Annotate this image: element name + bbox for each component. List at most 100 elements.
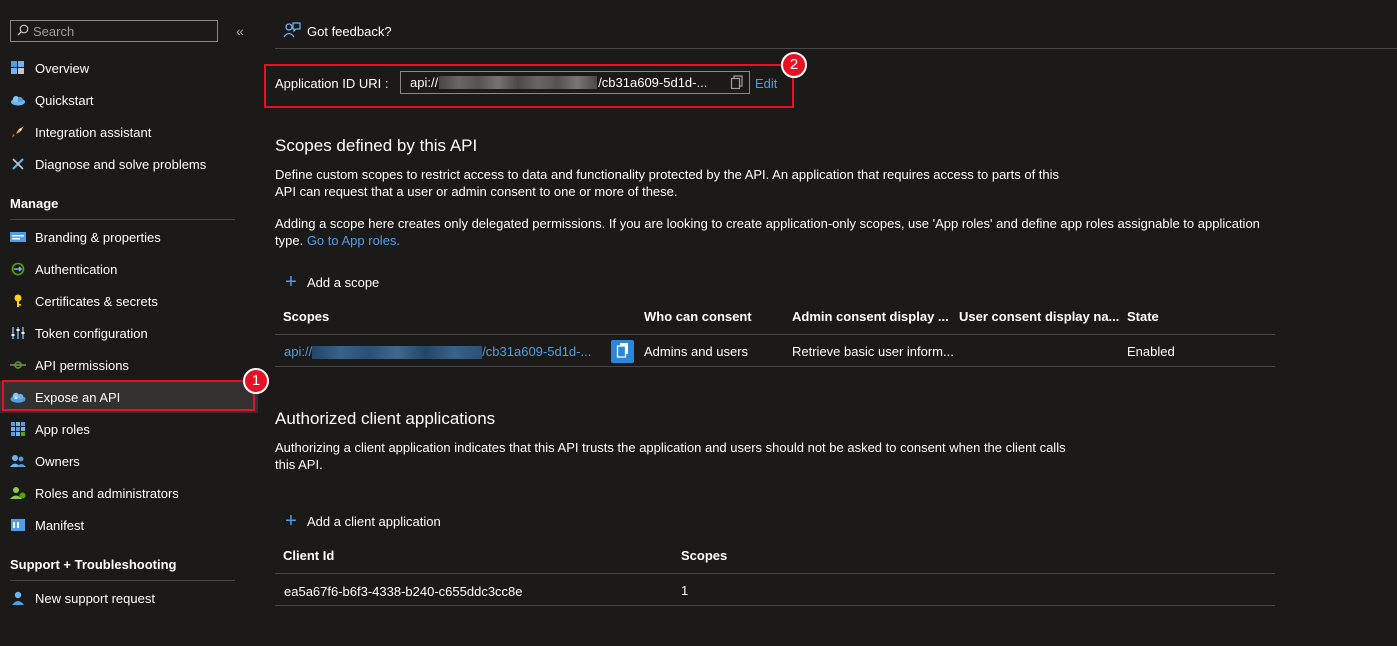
admin-consent-cell: Retrieve basic user inform... xyxy=(792,344,954,359)
column-header-who-can-consent: Who can consent xyxy=(644,309,752,324)
divider xyxy=(10,219,235,220)
divider xyxy=(275,605,1275,606)
manifest-icon xyxy=(10,517,26,533)
scope-suffix: /cb31a609-5d1d-... xyxy=(482,344,592,359)
redacted-blur xyxy=(312,346,483,360)
desc-line: this API. xyxy=(275,457,323,472)
sidebar-item-authentication[interactable]: Authentication xyxy=(0,253,258,285)
scopes-description-1: Define custom scopes to restrict access … xyxy=(275,166,1059,200)
add-client-label: Add a client application xyxy=(307,513,441,529)
client-id-link[interactable]: ea5a67f6-b6f3-4338-b240-c655ddc3cc8e xyxy=(284,584,523,599)
search-box[interactable] xyxy=(10,20,218,42)
owners-icon xyxy=(10,453,26,469)
add-scope-label: Add a scope xyxy=(307,274,380,290)
clients-section-title: Authorized client applications xyxy=(275,409,496,428)
desc-line: Authorizing a client application indicat… xyxy=(275,440,1066,455)
state-cell: Enabled xyxy=(1127,344,1175,359)
feedback-icon xyxy=(283,22,301,41)
sidebar-item-label: App roles xyxy=(35,421,90,437)
who-can-consent-cell: Admins and users xyxy=(644,344,749,359)
sidebar-item-branding[interactable]: Branding & properties xyxy=(0,221,258,253)
sidebar-item-label: Integration assistant xyxy=(35,124,152,140)
scope-link[interactable]: api:// /cb31a609-5d1d-... xyxy=(284,344,592,360)
sidebar: « Overview Quickstart Integration assist… xyxy=(0,0,269,646)
sidebar-item-owners[interactable]: Owners xyxy=(0,445,258,477)
support-header: Support + Troubleshooting xyxy=(10,557,177,572)
sidebar-item-label: Roles and administrators xyxy=(35,485,179,501)
column-header-user-consent: User consent display na... xyxy=(959,309,1120,324)
sidebar-item-new-support-request[interactable]: New support request xyxy=(0,582,258,614)
wrench-icon xyxy=(10,156,26,172)
copy-scope-button[interactable] xyxy=(611,340,634,363)
clients-description: Authorizing a client application indicat… xyxy=(275,439,1066,473)
client-scopes-cell: 1 xyxy=(681,583,689,598)
sidebar-item-quickstart[interactable]: Quickstart xyxy=(0,84,258,116)
api-permissions-icon xyxy=(10,357,26,373)
sidebar-item-app-roles[interactable]: App roles xyxy=(0,413,258,445)
sidebar-item-roles-admins[interactable]: Roles and administrators xyxy=(0,477,258,509)
divider xyxy=(275,366,1275,367)
search-input[interactable] xyxy=(29,23,213,39)
desc-text: type. xyxy=(275,233,304,248)
rocket-icon xyxy=(10,124,26,140)
sidebar-item-label: Token configuration xyxy=(35,325,148,341)
divider xyxy=(10,580,235,581)
column-header-state: State xyxy=(1127,309,1159,324)
copy-icon[interactable] xyxy=(730,75,744,90)
desc-line: Define custom scopes to restrict access … xyxy=(275,167,1060,182)
column-header-client-scopes: Scopes xyxy=(681,548,728,563)
annotation-badge-1: 1 xyxy=(243,368,269,394)
app-id-uri-field[interactable]: api:// /cb31a609-5d1d-... xyxy=(400,71,750,94)
sidebar-item-label: Diagnose and solve problems xyxy=(35,156,207,172)
support-person-icon xyxy=(10,590,26,606)
branding-icon xyxy=(10,229,26,245)
collapse-sidebar-button[interactable]: « xyxy=(232,22,248,40)
divider xyxy=(275,573,1275,574)
sidebar-item-label: Certificates & secrets xyxy=(35,293,158,309)
sidebar-item-label: Authentication xyxy=(35,261,118,277)
edit-app-id-link[interactable]: Edit xyxy=(755,76,777,91)
app-id-uri-prefix: api:// xyxy=(410,75,439,90)
app-id-uri-label: Application ID URI : xyxy=(275,76,389,91)
sidebar-item-integration-assistant[interactable]: Integration assistant xyxy=(0,116,258,148)
column-header-admin-consent: Admin consent display ... xyxy=(792,309,949,324)
sidebar-item-certificates[interactable]: Certificates & secrets xyxy=(0,285,258,317)
desc-line: API can request that a user or admin con… xyxy=(275,184,678,199)
add-scope-button[interactable]: + Add a scope xyxy=(283,272,380,292)
sidebar-item-label: Quickstart xyxy=(35,92,94,108)
go-to-app-roles-link[interactable]: Go to App roles. xyxy=(307,233,400,248)
feedback-label: Got feedback? xyxy=(307,24,392,39)
add-client-application-button[interactable]: + Add a client application xyxy=(283,511,441,531)
search-icon xyxy=(17,24,29,39)
sidebar-item-label: API permissions xyxy=(35,357,129,373)
sidebar-item-expose-an-api[interactable]: Expose an API xyxy=(0,381,258,413)
token-config-icon xyxy=(10,325,26,341)
column-header-client-id: Client Id xyxy=(283,548,335,563)
divider xyxy=(275,48,1397,49)
sidebar-item-manifest[interactable]: Manifest xyxy=(0,509,258,541)
redacted-blur xyxy=(439,76,598,89)
authentication-icon xyxy=(10,261,26,277)
copy-icon xyxy=(616,342,630,361)
column-header-scopes: Scopes xyxy=(283,309,330,324)
sidebar-item-diagnose[interactable]: Diagnose and solve problems xyxy=(0,148,258,180)
overview-icon xyxy=(10,60,26,76)
sidebar-item-label: Overview xyxy=(35,60,90,76)
divider xyxy=(275,334,1275,335)
sidebar-item-overview[interactable]: Overview xyxy=(0,52,258,84)
scope-prefix: api:// xyxy=(284,344,313,359)
quickstart-cloud-icon xyxy=(10,92,26,108)
sidebar-item-label: Branding & properties xyxy=(35,229,161,245)
sidebar-item-label: Manifest xyxy=(35,517,85,533)
desc-line: type. Go to App roles. xyxy=(275,232,1260,249)
sidebar-item-label: New support request xyxy=(35,590,155,606)
roles-admins-icon xyxy=(10,485,26,501)
key-icon xyxy=(10,293,26,309)
sidebar-item-token-configuration[interactable]: Token configuration xyxy=(0,317,258,349)
app-roles-icon xyxy=(10,421,26,437)
app-id-uri-suffix: /cb31a609-5d1d-... xyxy=(598,75,708,90)
scopes-section-title: Scopes defined by this API xyxy=(275,136,478,155)
sidebar-item-api-permissions[interactable]: API permissions xyxy=(0,349,258,381)
desc-line: Adding a scope here creates only delegat… xyxy=(275,216,1260,231)
feedback-button[interactable]: Got feedback? xyxy=(283,22,392,41)
